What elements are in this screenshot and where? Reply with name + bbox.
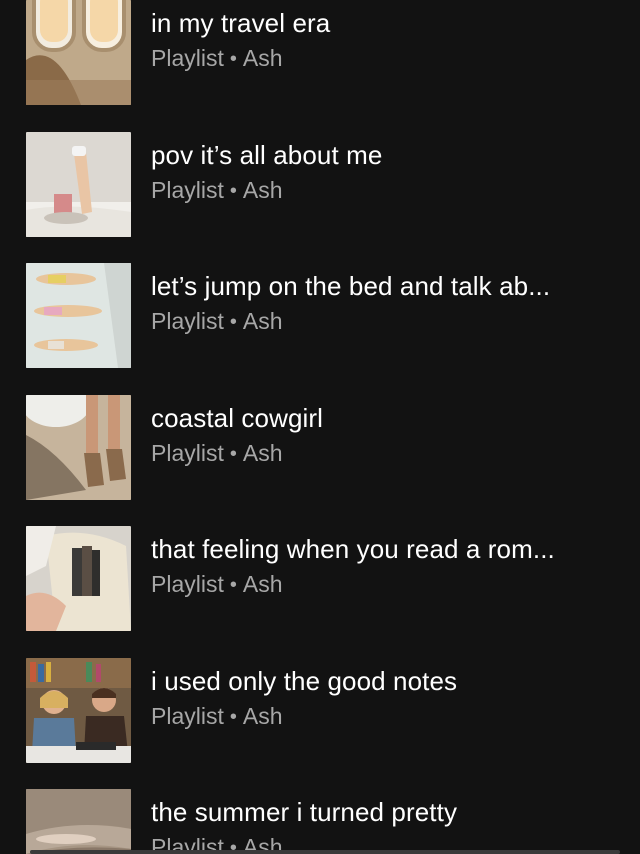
list-item[interactable]: the summer i turned pretty Playlist • Ash — [0, 763, 640, 854]
playlist-owner: Ash — [242, 571, 283, 597]
list-item[interactable]: let’s jump on the bed and talk ab... Pla… — [0, 237, 640, 369]
playlist-owner: Ash — [242, 45, 283, 71]
playlist-title: let’s jump on the bed and talk ab... — [151, 271, 551, 301]
playlist-info: i used only the good notes Playlist • Ash — [151, 664, 620, 733]
legs-up-bed-image — [26, 131, 131, 237]
playlist-subtitle: Playlist • Ash — [151, 700, 620, 733]
separator-dot: • — [229, 179, 237, 202]
list-item[interactable]: i used only the good notes Playlist • Ash — [0, 632, 640, 764]
ocean-swim-image — [26, 789, 131, 854]
playlist-owner: Ash — [242, 176, 283, 203]
playlist-subtitle: Playlist • Ash — [151, 437, 620, 470]
playlist-title: that feeling when you read a rom... — [151, 534, 555, 564]
playlist-info: that feeling when you read a rom... Play… — [151, 532, 620, 601]
playlist-subtitle: Playlist • Ash — [151, 568, 620, 601]
playlist-subtitle: Playlist • Ash — [151, 42, 620, 75]
separator-dot: • — [229, 311, 237, 333]
playlist-title: in my travel era — [151, 8, 331, 38]
playlist-list: in my travel era Playlist • Ash pov it’s… — [0, 0, 640, 854]
playlist-title: i used only the good notes — [151, 665, 458, 696]
playlist-type: Playlist — [151, 176, 224, 203]
bottom-scrollbar[interactable] — [30, 850, 620, 854]
list-item[interactable]: in my travel era Playlist • Ash — [0, 0, 640, 106]
library-page: in my travel era Playlist • Ash pov it’s… — [0, 0, 640, 854]
airplane-window-image — [26, 0, 131, 105]
playlist-type: Playlist — [151, 702, 224, 729]
beach-boots-image — [26, 394, 131, 500]
playlist-info: let’s jump on the bed and talk ab... Pla… — [151, 269, 620, 338]
playlist-info: pov it’s all about me Playlist • Ash — [151, 138, 620, 207]
playlist-title: the summer i turned pretty — [151, 797, 458, 827]
list-item[interactable]: that feeling when you read a rom... Play… — [0, 500, 640, 632]
playlist-info: the summer i turned pretty Playlist • Ash — [151, 795, 620, 854]
playlist-subtitle: Playlist • Ash — [151, 305, 620, 338]
tv-scene-image — [26, 657, 131, 763]
playlist-type: Playlist — [151, 571, 224, 597]
playlist-title: pov it’s all about me — [151, 139, 383, 170]
list-item[interactable]: pov it’s all about me Playlist • Ash — [0, 106, 640, 238]
list-item[interactable]: coastal cowgirl Playlist • Ash — [0, 369, 640, 501]
separator-dot: • — [229, 574, 237, 596]
playlist-title: coastal cowgirl — [151, 402, 324, 433]
separator-dot: • — [229, 442, 237, 465]
playlist-type: Playlist — [151, 308, 224, 334]
playlist-info: in my travel era Playlist • Ash — [151, 6, 620, 75]
playlist-owner: Ash — [242, 702, 283, 729]
playlist-info: coastal cowgirl Playlist • Ash — [151, 401, 620, 470]
playlist-subtitle: Playlist • Ash — [151, 174, 620, 207]
separator-dot: • — [229, 705, 237, 728]
books-in-bag-image — [26, 526, 131, 631]
playlist-owner: Ash — [242, 308, 283, 334]
playlist-type: Playlist — [151, 439, 224, 466]
separator-dot: • — [229, 48, 237, 70]
playlist-owner: Ash — [242, 439, 283, 466]
girls-lying-bed-image — [26, 263, 131, 368]
playlist-type: Playlist — [151, 45, 224, 71]
